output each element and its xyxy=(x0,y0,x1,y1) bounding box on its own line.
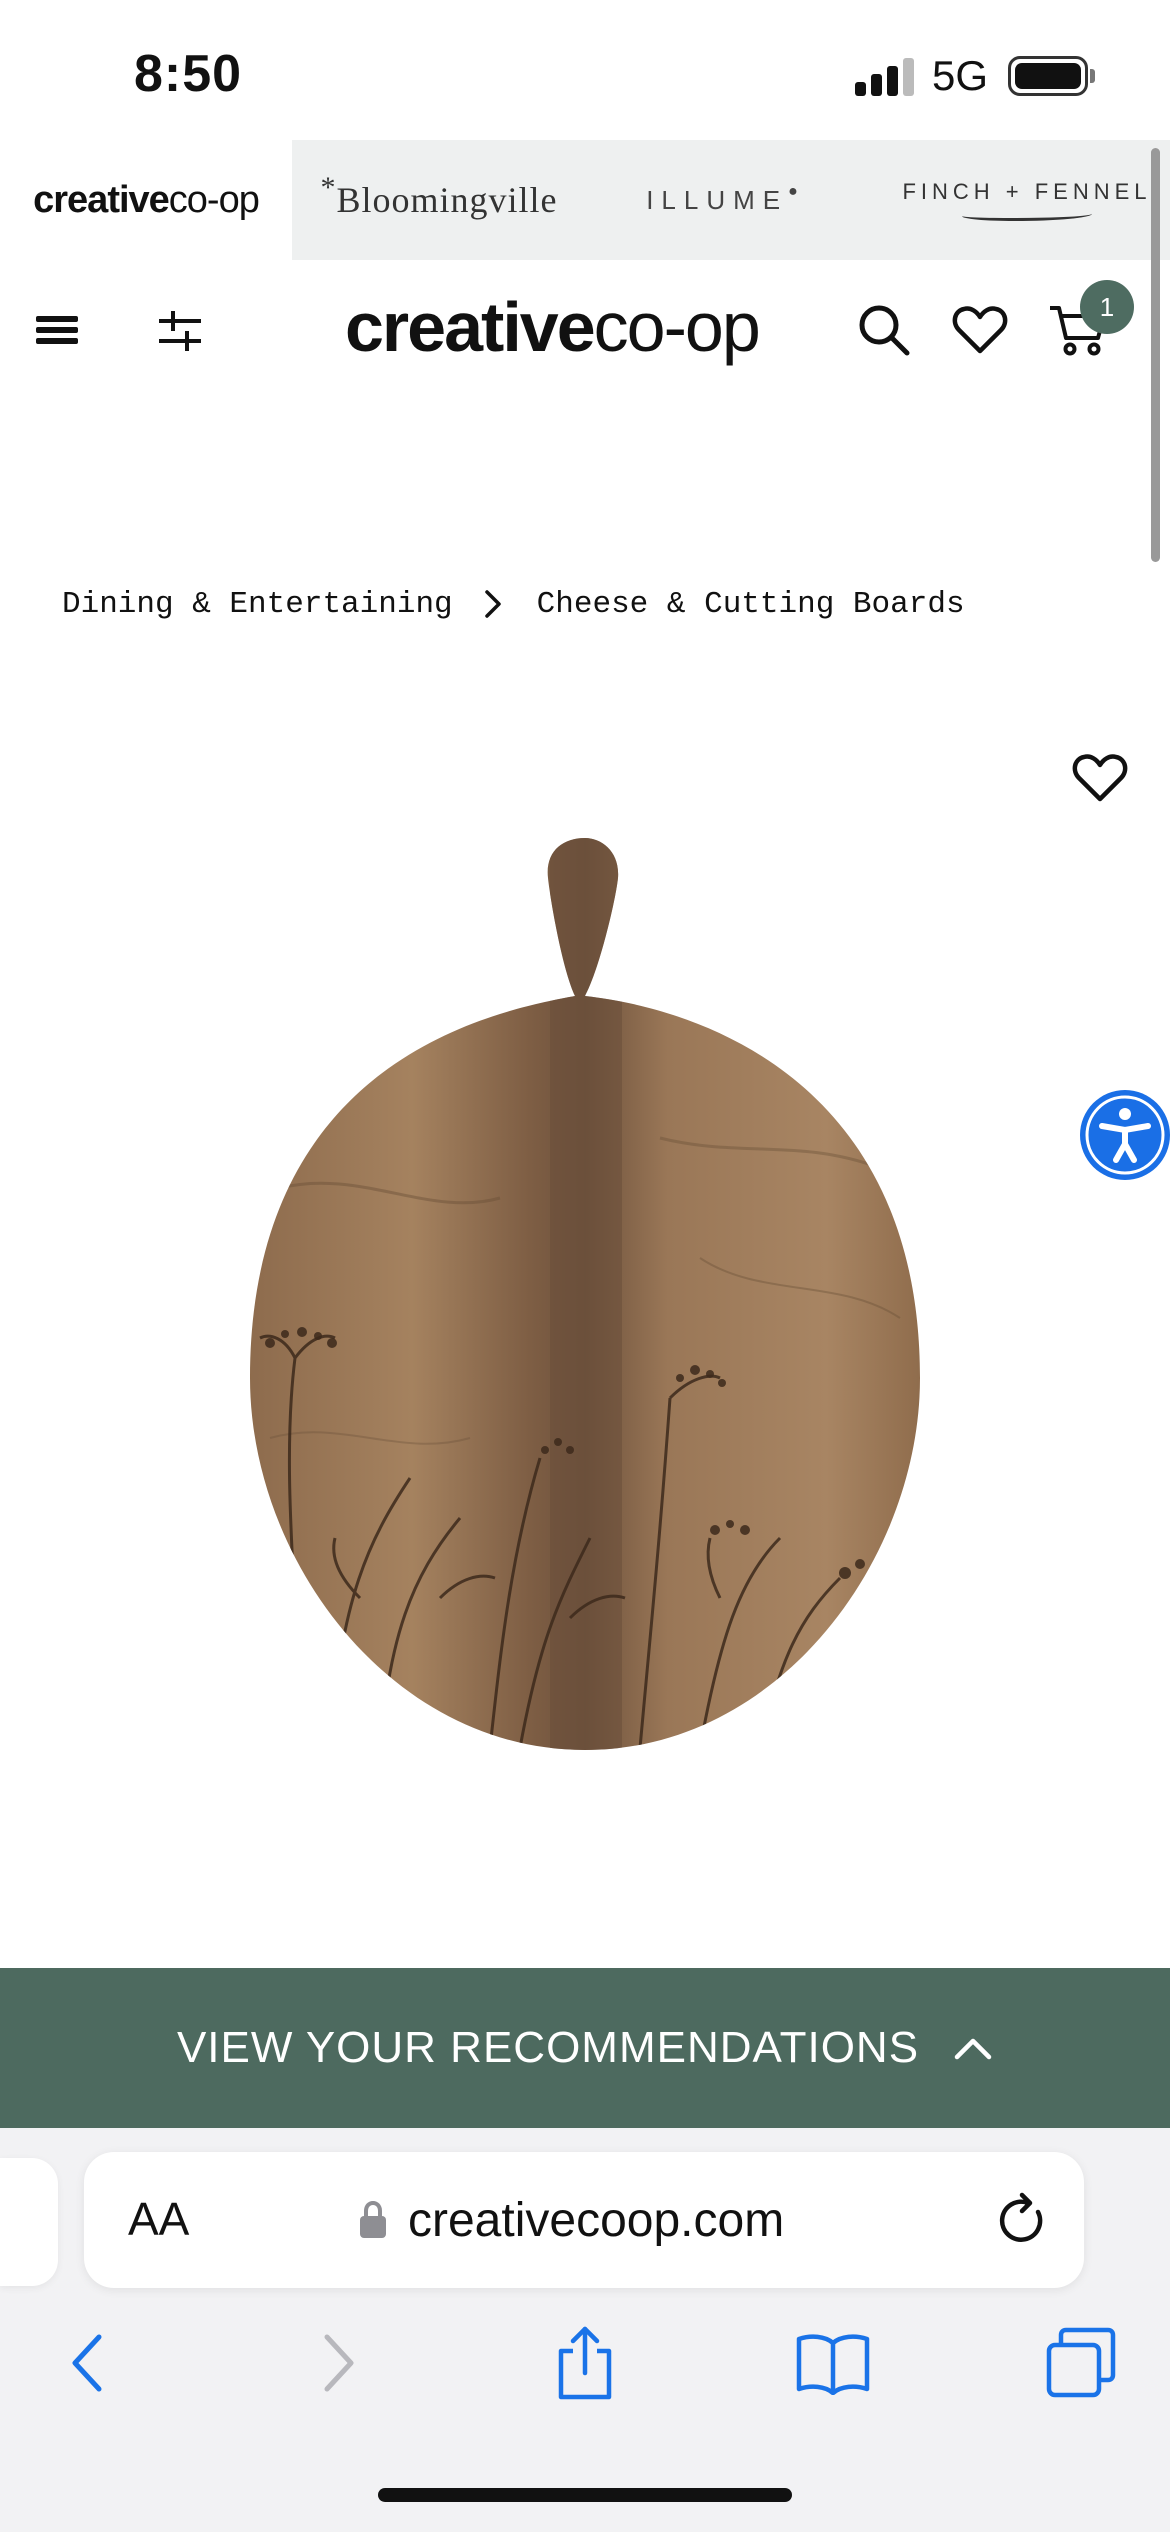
breadcrumb: Dining & Entertaining Cheese & Cutting B… xyxy=(62,578,965,630)
breadcrumb-link[interactable]: Dining & Entertaining xyxy=(62,587,453,622)
recommendations-label: VIEW YOUR RECOMMENDATIONS xyxy=(176,2023,920,2072)
sister-brands: * Bloomingville ILLUME ● FINCH + FENNEL xyxy=(292,140,1170,260)
accessibility-person-icon xyxy=(1085,1095,1165,1175)
brand-creative-light: co-op xyxy=(168,178,260,221)
home-indicator[interactable] xyxy=(378,2488,792,2502)
view-recommendations-bar[interactable]: VIEW YOUR RECOMMENDATIONS xyxy=(0,1968,1170,2128)
chevron-right-icon xyxy=(479,584,507,624)
brand-switcher: creative co-op * Bloomingville ILLUME ● FIN… xyxy=(0,140,1170,260)
cart-count-badge[interactable]: 1 xyxy=(1080,280,1134,334)
brand-illume-label: ILLUME xyxy=(646,184,789,215)
text-size-label: AA xyxy=(128,2193,190,2245)
cellular-signal-icon xyxy=(855,58,915,96)
filter-icon-svg xyxy=(159,311,201,351)
search-icon[interactable] xyxy=(852,298,916,362)
status-time: 8:50 xyxy=(134,45,243,103)
battery-icon xyxy=(1008,56,1088,96)
network-type: 5G xyxy=(932,52,989,99)
previous-tab-preview[interactable] xyxy=(0,2158,58,2286)
safari-bottom-bar: AA creativecoop.com xyxy=(0,2128,1170,2532)
lock-icon xyxy=(360,2200,386,2238)
add-to-wishlist-heart-icon[interactable] xyxy=(1072,752,1132,808)
brand-bloomingville-label: Bloomingville xyxy=(336,180,558,220)
tabs-icon[interactable] xyxy=(1036,2318,1126,2408)
brand-finch-fennel[interactable]: FINCH + FENNEL xyxy=(892,140,1162,260)
reload-icon[interactable] xyxy=(992,2188,1052,2252)
share-icon[interactable] xyxy=(540,2318,630,2408)
forward-icon[interactable] xyxy=(294,2318,384,2408)
brand-creative-bold: creative xyxy=(33,178,170,221)
accessibility-button[interactable] xyxy=(1080,1090,1170,1180)
safari-toolbar xyxy=(0,2318,1170,2428)
brand-finch-fennel-label: FINCH + FENNEL xyxy=(902,179,1152,204)
heart-icon-svg xyxy=(952,306,1008,354)
site-header: creative co-op 1 xyxy=(0,260,1170,400)
chevron-up-icon xyxy=(954,2038,992,2060)
battery-cap xyxy=(1090,69,1095,83)
site-logo-bold: creative xyxy=(345,288,596,366)
text-size-button[interactable]: AA xyxy=(128,2192,189,2246)
bookmarks-icon[interactable] xyxy=(788,2318,878,2408)
breadcrumb-current[interactable]: Cheese & Cutting Boards xyxy=(537,587,965,622)
heart-icon[interactable] xyxy=(948,298,1012,362)
site-logo-light: co-op xyxy=(593,288,761,366)
filter-icon[interactable] xyxy=(148,298,212,362)
brand-creative-coop[interactable]: creative co-op xyxy=(0,140,292,260)
page-scrollbar[interactable] xyxy=(1151,148,1160,562)
brand-bloomingville[interactable]: * Bloomingville xyxy=(304,140,574,260)
address-bar[interactable]: AA creativecoop.com xyxy=(84,2152,1084,2288)
menu-icon[interactable] xyxy=(24,298,88,362)
product-image-round-cutting-board[interactable] xyxy=(240,838,930,1758)
url-display[interactable]: creativecoop.com xyxy=(358,2188,784,2252)
search-icon-svg xyxy=(859,305,910,356)
finch-swash-decoration xyxy=(962,209,1092,221)
brand-illume[interactable]: ILLUME ● xyxy=(622,140,822,260)
asterisk-mark: * xyxy=(320,171,337,204)
status-bar: 8:50 5G xyxy=(0,0,1170,140)
url-text: creativecoop.com xyxy=(408,2193,785,2247)
back-icon[interactable] xyxy=(42,2318,132,2408)
site-logo[interactable]: creative co-op xyxy=(345,282,825,372)
